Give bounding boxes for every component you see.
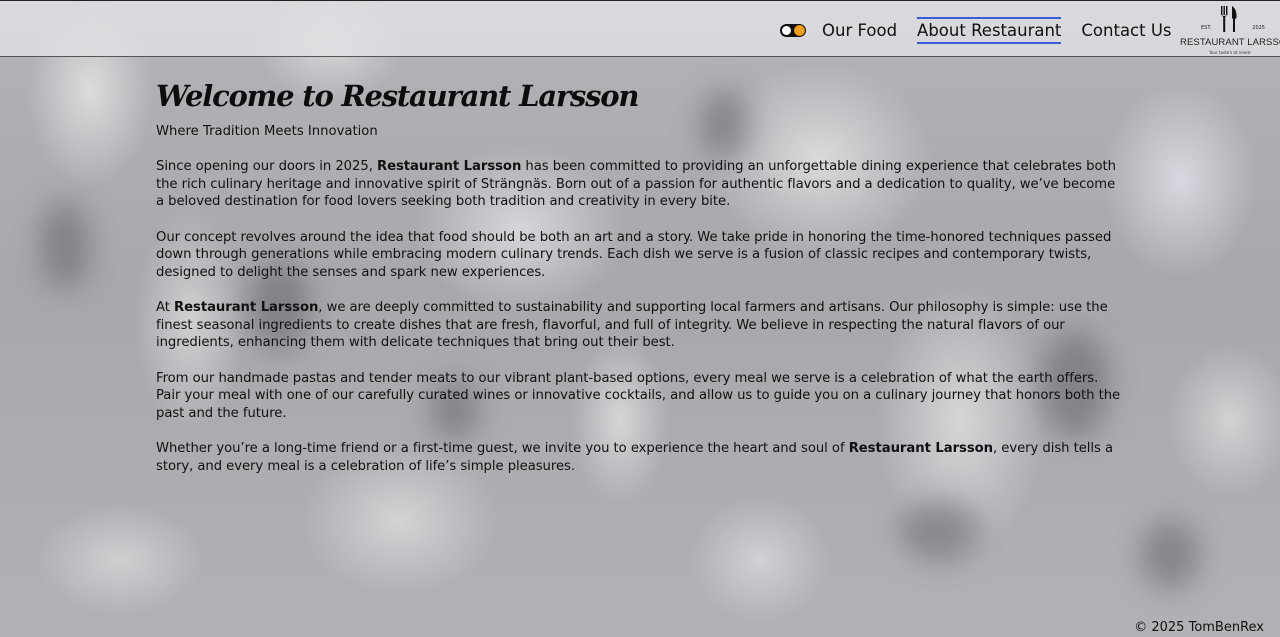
logo-name: RESTAURANT LARSSON <box>1180 37 1280 48</box>
page-title: Welcome to Restaurant Larsson <box>156 79 639 113</box>
nav-link-contact-us[interactable]: Contact Us <box>1081 19 1171 42</box>
logo-year-label: 2025 <box>1252 25 1265 31</box>
p5-restaurant-name: Restaurant Larsson <box>848 441 993 456</box>
p3-text-before: At <box>156 300 175 315</box>
p1-restaurant-name: Restaurant Larsson <box>377 159 522 174</box>
nav-link-our-food[interactable]: Our Food <box>822 19 897 42</box>
toggle-knob <box>782 26 791 35</box>
p1-text-before: Since opening our doors in 2025, <box>156 159 377 174</box>
nav-link-about-restaurant[interactable]: About Restaurant <box>917 16 1062 44</box>
fork-knife-icon <box>1221 6 1237 32</box>
site-header: Our Food About Restaurant Contact Us EST… <box>0 0 1280 57</box>
sustainability-paragraph: At Restaurant Larsson, we are deeply com… <box>156 299 1126 352</box>
about-content: Welcome to Restaurant Larsson Where Trad… <box>156 74 1126 475</box>
restaurant-logo[interactable]: EST. 2025 RESTAURANT LARSSON Your taste'… <box>1180 3 1280 57</box>
invitation-paragraph: Whether you’re a long-time friend or a f… <box>156 440 1126 475</box>
theme-toggle-switch[interactable] <box>780 24 806 37</box>
logo-tagline: Your taste's at needs <box>1209 50 1251 55</box>
concept-paragraph: Our concept revolves around the idea tha… <box>156 229 1112 280</box>
logo-est-label: EST. <box>1201 25 1212 31</box>
p3-restaurant-name: Restaurant Larsson <box>174 300 319 315</box>
main-nav: Our Food About Restaurant Contact Us <box>780 16 1192 44</box>
page-subtitle: Where Tradition Meets Innovation <box>156 124 378 139</box>
menu-paragraph: From our handmade pastas and tender meat… <box>156 370 1121 421</box>
sun-icon <box>795 26 804 35</box>
intro-paragraph: Since opening our doors in 2025, Restaur… <box>156 158 1126 211</box>
p5-text-before: Whether you’re a long-time friend or a f… <box>156 441 849 456</box>
footer-copyright: © 2025 TomBenRex <box>1134 620 1264 635</box>
